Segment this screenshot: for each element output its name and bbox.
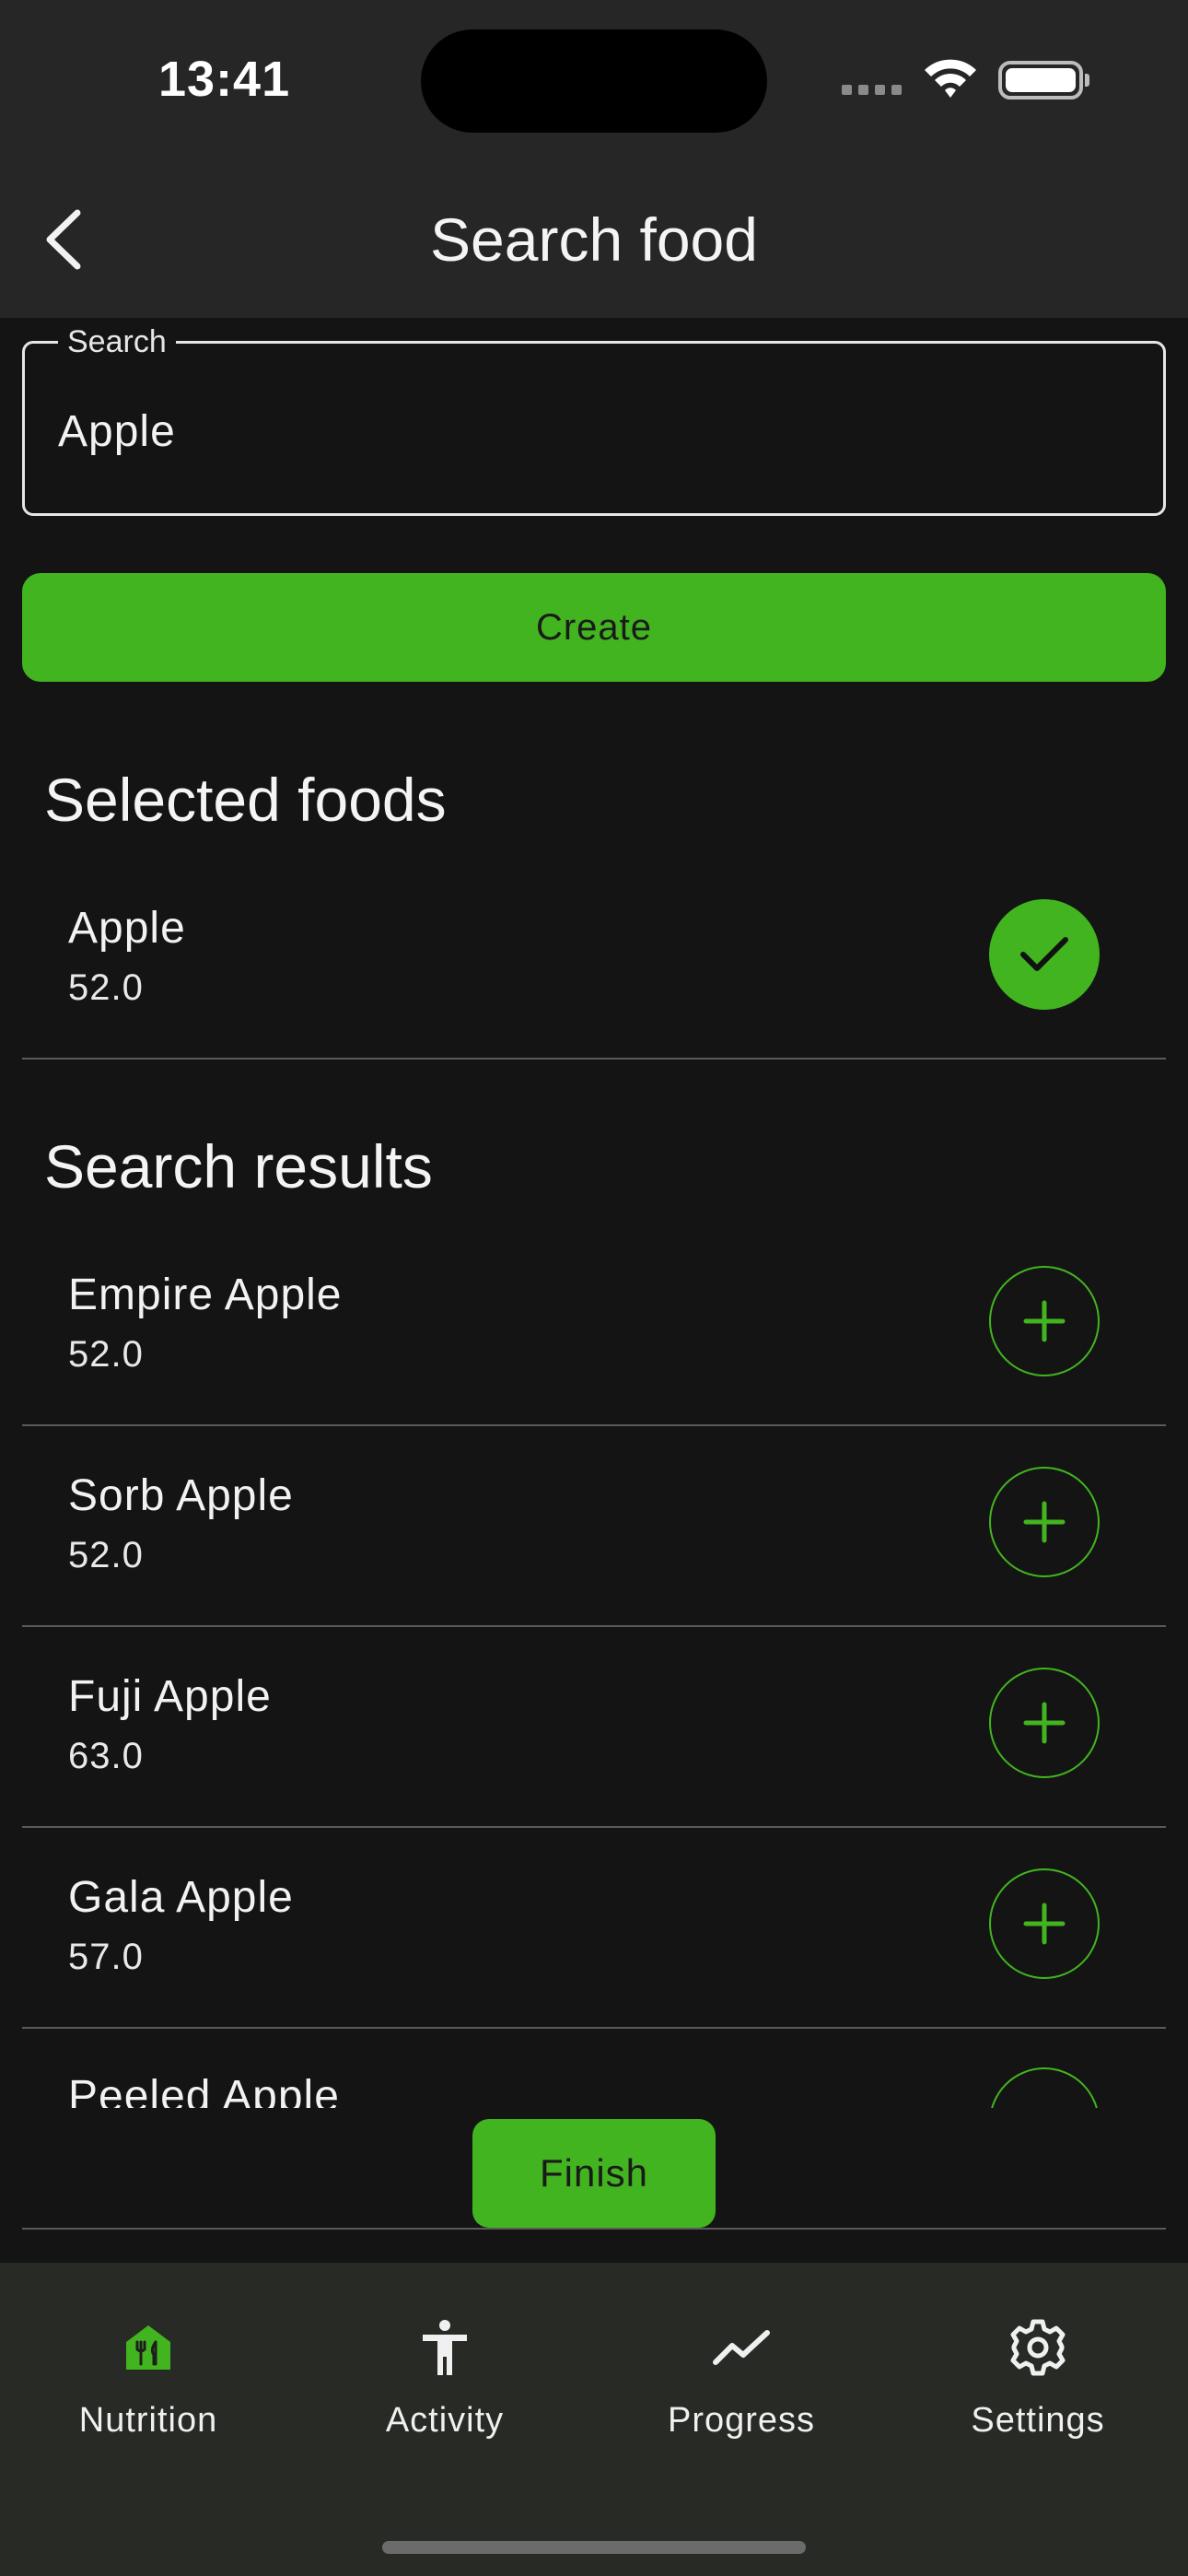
food-name: Gala Apple [68,1873,294,1922]
search-result-row[interactable]: Empire Apple 52.0 [22,1225,1166,1426]
add-food-button[interactable] [989,1467,1100,1577]
search-result-row[interactable]: Fuji Apple 63.0 [22,1627,1166,1828]
food-name: Fuji Apple [68,1672,272,1721]
selected-foods-heading: Selected foods [44,766,447,834]
app-screen: 13:41 Search food Search Apple Create Se… [0,0,1188,2576]
dynamic-island [421,29,767,133]
plus-icon [1023,1903,1066,1945]
activity-icon [412,2314,478,2381]
food-calories: 52.0 [68,1334,144,1375]
search-label: Search [58,323,176,360]
plus-icon [1023,1300,1066,1342]
check-icon [1020,937,1068,971]
nav-item-progress[interactable]: Progress [593,2314,890,2480]
nav-item-activity[interactable]: Activity [297,2314,593,2480]
home-indicator[interactable] [382,2541,806,2554]
bottom-navigation: Nutrition Activity Progress Settings [0,2263,1188,2576]
food-name: Empire Apple [68,1270,343,1319]
food-name: Apple [68,904,186,953]
add-food-button[interactable] [989,1668,1100,1778]
divider [22,2228,1166,2230]
search-result-row[interactable]: Peeled Apple [22,2027,1166,2108]
progress-icon [708,2314,775,2381]
food-name: Peeled Apple [68,2072,340,2108]
plus-icon [1023,1702,1066,1744]
plus-icon [1023,1501,1066,1543]
add-food-button[interactable] [989,2067,1100,2108]
create-button[interactable]: Create [22,573,1166,682]
search-input[interactable]: Search Apple [22,323,1166,516]
finish-button[interactable]: Finish [472,2119,716,2228]
search-value[interactable]: Apple [58,406,176,457]
nav-label: Nutrition [78,2401,218,2440]
nav-label: Settings [971,2401,1105,2440]
add-food-button[interactable] [989,1868,1100,1979]
food-calories: 52.0 [68,967,144,1008]
nav-label: Activity [385,2401,505,2440]
list-clip: Peeled Apple [0,2027,1188,2108]
wifi-icon [925,59,976,98]
cellular-signal-icon [842,85,902,95]
search-result-row[interactable]: Gala Apple 57.0 [22,1828,1166,2029]
food-calories: 63.0 [68,1736,144,1776]
food-calories: 57.0 [68,1937,144,1977]
food-calories: 52.0 [68,1535,144,1575]
settings-icon [1005,2314,1071,2381]
nutrition-icon [115,2314,181,2381]
header-bar: 13:41 Search food [0,0,1188,318]
nav-item-settings[interactable]: Settings [890,2314,1186,2480]
search-results-heading: Search results [44,1132,433,1200]
search-result-row[interactable]: Sorb Apple 52.0 [22,1426,1166,1627]
battery-icon [998,61,1089,100]
status-time: 13:41 [158,52,291,107]
nav-label: Progress [667,2401,816,2440]
page-title: Search food [430,205,758,274]
add-food-button[interactable] [989,1266,1100,1376]
deselect-food-button[interactable] [989,899,1100,1010]
food-name: Sorb Apple [68,1471,294,1520]
nav-item-nutrition[interactable]: Nutrition [0,2314,297,2480]
selected-food-row[interactable]: Apple 52.0 [22,859,1166,1060]
